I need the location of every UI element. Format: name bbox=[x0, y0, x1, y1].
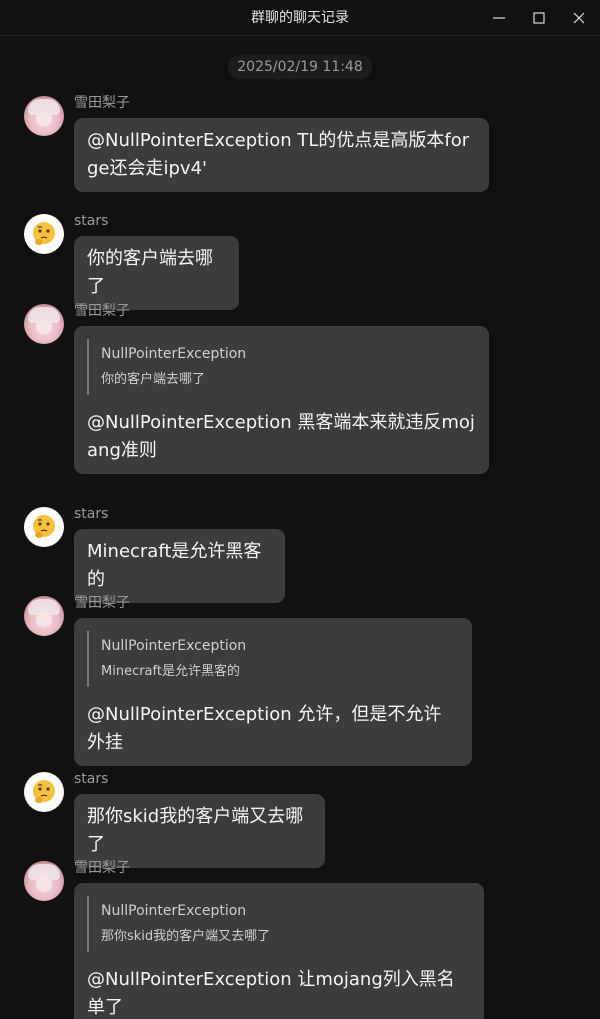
message-bubble[interactable]: NullPointerException Minecraft是允许黑客的 @Nu… bbox=[74, 618, 472, 766]
sender-name: stars bbox=[74, 213, 109, 229]
thinking-face-icon bbox=[33, 222, 55, 245]
maximize-button[interactable] bbox=[519, 0, 559, 36]
close-icon bbox=[573, 12, 585, 24]
sender-name: 雪田梨子 bbox=[74, 303, 130, 319]
quoted-sender: NullPointerException bbox=[101, 638, 247, 654]
message-text: @NullPointerException 让mojang列入黑名单了 bbox=[87, 969, 455, 1018]
avatar[interactable] bbox=[24, 861, 64, 901]
thinking-face-icon bbox=[33, 780, 55, 803]
maximize-icon bbox=[533, 12, 545, 24]
thinking-face-icon bbox=[33, 515, 55, 538]
message-text: @NullPointerException TL的优点是高版本forge还会走i… bbox=[87, 130, 470, 179]
avatar[interactable] bbox=[24, 96, 64, 136]
quoted-message[interactable]: NullPointerException Minecraft是允许黑客的 bbox=[87, 631, 459, 687]
message-bubble[interactable]: @NullPointerException TL的优点是高版本forge还会走i… bbox=[74, 118, 489, 192]
quoted-sender: NullPointerException bbox=[101, 903, 247, 919]
avatar[interactable] bbox=[24, 772, 64, 812]
message-bubble[interactable]: Minecraft是允许黑客的 bbox=[74, 529, 285, 603]
timestamp-label: 2025/02/19 11:48 bbox=[228, 55, 372, 79]
title-bar: 群聊的聊天记录 bbox=[0, 0, 600, 36]
quoted-text: 那你skid我的客户端又去哪了 bbox=[101, 929, 271, 944]
avatar[interactable] bbox=[24, 304, 64, 344]
avatar[interactable] bbox=[24, 596, 64, 636]
quoted-message[interactable]: NullPointerException 你的客户端去哪了 bbox=[87, 339, 476, 395]
message-text: 那你skid我的客户端又去哪了 bbox=[87, 806, 304, 855]
quoted-sender: NullPointerException bbox=[101, 346, 247, 362]
chat-history-window: 群聊的聊天记录 2025/02/19 11:48 雪田梨子 @NullPoint… bbox=[0, 0, 600, 1019]
avatar[interactable] bbox=[24, 507, 64, 547]
sender-name: stars bbox=[74, 506, 109, 522]
sender-name: stars bbox=[74, 771, 109, 787]
message-bubble[interactable]: 那你skid我的客户端又去哪了 bbox=[74, 794, 325, 868]
quoted-message[interactable]: NullPointerException 那你skid我的客户端又去哪了 bbox=[87, 896, 471, 952]
message-text: @NullPointerException 允许，但是不允许外挂 bbox=[87, 704, 442, 753]
sender-name: 雪田梨子 bbox=[74, 95, 130, 111]
quoted-text: 你的客户端去哪了 bbox=[101, 372, 206, 387]
avatar[interactable] bbox=[24, 214, 64, 254]
message-bubble[interactable]: 你的客户端去哪了 bbox=[74, 236, 239, 310]
message-bubble[interactable]: NullPointerException 那你skid我的客户端又去哪了 @Nu… bbox=[74, 883, 484, 1019]
message-bubble[interactable]: NullPointerException 你的客户端去哪了 @NullPoint… bbox=[74, 326, 489, 474]
message-text: Minecraft是允许黑客的 bbox=[87, 541, 262, 590]
message-text: 你的客户端去哪了 bbox=[87, 248, 213, 297]
quoted-text: Minecraft是允许黑客的 bbox=[101, 664, 240, 679]
message-text: @NullPointerException 黑客端本来就违反mojang准则 bbox=[87, 412, 475, 461]
sender-name: 雪田梨子 bbox=[74, 860, 130, 876]
sender-name: 雪田梨子 bbox=[74, 595, 130, 611]
message-list[interactable]: 2025/02/19 11:48 雪田梨子 @NullPointerExcept… bbox=[0, 36, 600, 1019]
minimize-button[interactable] bbox=[479, 0, 519, 36]
minimize-icon bbox=[493, 17, 505, 19]
close-button[interactable] bbox=[559, 0, 599, 36]
